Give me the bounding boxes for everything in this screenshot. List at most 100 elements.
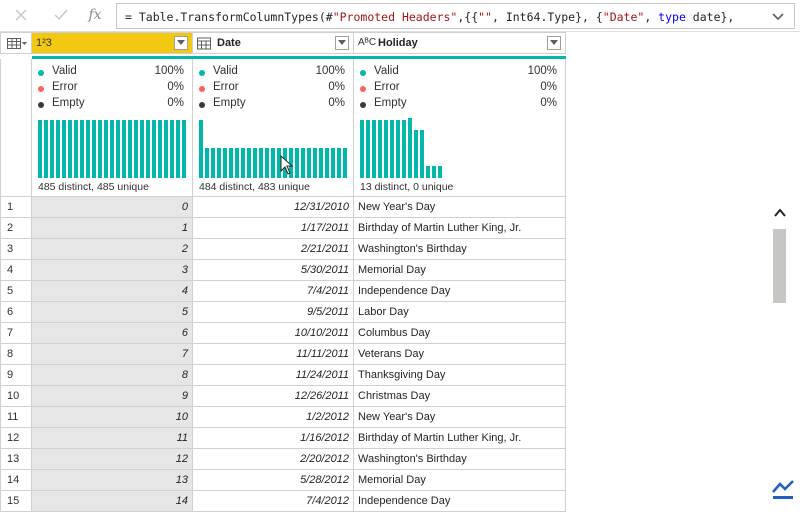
- table-row[interactable]: 5 4 7/4/2011 Independence Day: [0, 281, 566, 302]
- value-distribution-chart[interactable]: [199, 118, 347, 178]
- cell-holiday[interactable]: Labor Day: [354, 302, 566, 323]
- table-row[interactable]: 10 9 12/26/2011 Christmas Day: [0, 386, 566, 407]
- cell-holiday[interactable]: Christmas Day: [354, 386, 566, 407]
- histogram-bar[interactable]: [396, 120, 400, 178]
- table-row[interactable]: 3 2 2/21/2011 Washington's Birthday: [0, 239, 566, 260]
- histogram-bar[interactable]: [325, 148, 329, 178]
- histogram-bar[interactable]: [223, 148, 227, 178]
- histogram-bar[interactable]: [122, 120, 126, 178]
- histogram-bar[interactable]: [402, 120, 406, 178]
- histogram-bar[interactable]: [158, 120, 162, 178]
- row-number[interactable]: 15: [0, 491, 32, 512]
- histogram-bar[interactable]: [134, 120, 138, 178]
- cell-date[interactable]: 7/4/2012: [193, 491, 354, 512]
- histogram-bar[interactable]: [199, 120, 203, 178]
- table-row[interactable]: 9 8 11/24/2011 Thanksgiving Day: [0, 365, 566, 386]
- histogram-bar[interactable]: [247, 148, 251, 178]
- cell-index[interactable]: 12: [32, 449, 193, 470]
- row-number[interactable]: 10: [0, 386, 32, 407]
- cell-holiday[interactable]: Washington's Birthday: [354, 239, 566, 260]
- histogram-bar[interactable]: [140, 120, 144, 178]
- histogram-bar[interactable]: [205, 148, 209, 178]
- histogram-bar[interactable]: [104, 120, 108, 178]
- row-number[interactable]: 8: [0, 344, 32, 365]
- cell-holiday[interactable]: New Year's Day: [354, 407, 566, 428]
- row-number[interactable]: 14: [0, 470, 32, 491]
- cell-index[interactable]: 14: [32, 491, 193, 512]
- histogram-bar[interactable]: [337, 148, 341, 178]
- cell-date[interactable]: 12/26/2011: [193, 386, 354, 407]
- cell-holiday[interactable]: Independence Day: [354, 281, 566, 302]
- cell-index[interactable]: 0: [32, 197, 193, 218]
- row-number[interactable]: 3: [0, 239, 32, 260]
- histogram-bar[interactable]: [366, 120, 370, 178]
- histogram-bar[interactable]: [307, 148, 311, 178]
- table-row[interactable]: 11 10 1/2/2012 New Year's Day: [0, 407, 566, 428]
- cell-holiday[interactable]: Birthday of Martin Luther King, Jr.: [354, 428, 566, 449]
- histogram-bar[interactable]: [80, 120, 84, 178]
- histogram-bar[interactable]: [98, 120, 102, 178]
- cell-holiday[interactable]: Independence Day: [354, 491, 566, 512]
- table-row[interactable]: 12 11 1/16/2012 Birthday of Martin Luther K…: [0, 428, 566, 449]
- check-icon[interactable]: [48, 4, 74, 26]
- histogram-bar[interactable]: [295, 148, 299, 178]
- histogram-bar[interactable]: [86, 120, 90, 178]
- table-row[interactable]: 2 1 1/17/2011 Birthday of Martin Luther Kin…: [0, 218, 566, 239]
- cell-holiday[interactable]: New Year's Day: [354, 197, 566, 218]
- cell-index[interactable]: 10: [32, 407, 193, 428]
- cell-holiday[interactable]: Washington's Birthday: [354, 449, 566, 470]
- row-number[interactable]: 4: [0, 260, 32, 281]
- table-row[interactable]: 8 7 11/11/2011 Veterans Day: [0, 344, 566, 365]
- table-row[interactable]: 14 13 5/28/2012 Memorial Day: [0, 470, 566, 491]
- value-distribution-chart[interactable]: [38, 118, 186, 178]
- histogram-bar[interactable]: [390, 120, 394, 178]
- row-number[interactable]: 1: [0, 197, 32, 218]
- cell-index[interactable]: 2: [32, 239, 193, 260]
- cell-index[interactable]: 11: [32, 428, 193, 449]
- scroll-thumb[interactable]: [773, 229, 786, 303]
- histogram-bar[interactable]: [146, 120, 150, 178]
- histogram-bar[interactable]: [259, 148, 263, 178]
- cell-index[interactable]: 13: [32, 470, 193, 491]
- histogram-bar[interactable]: [170, 120, 174, 178]
- histogram-bar[interactable]: [343, 148, 347, 178]
- cell-index[interactable]: 7: [32, 344, 193, 365]
- column-header-index[interactable]: 1²3: [32, 32, 193, 54]
- histogram-bar[interactable]: [432, 166, 436, 178]
- text-type-icon[interactable]: AᴮC: [358, 37, 376, 52]
- histogram-bar[interactable]: [426, 166, 430, 178]
- cell-holiday[interactable]: Memorial Day: [354, 260, 566, 281]
- cell-index[interactable]: 5: [32, 302, 193, 323]
- histogram-bar[interactable]: [116, 120, 120, 178]
- histogram-bar[interactable]: [331, 148, 335, 178]
- histogram-bar[interactable]: [384, 120, 388, 178]
- whole-number-type-icon[interactable]: 1²3: [36, 37, 52, 52]
- histogram-bar[interactable]: [271, 148, 275, 178]
- cell-date[interactable]: 12/31/2010: [193, 197, 354, 218]
- column-header-holiday[interactable]: AᴮC Holiday: [354, 32, 566, 54]
- histogram-bar[interactable]: [360, 120, 364, 178]
- histogram-bar[interactable]: [420, 130, 424, 178]
- histogram-bar[interactable]: [164, 120, 168, 178]
- row-number[interactable]: 12: [0, 428, 32, 449]
- cell-holiday[interactable]: Veterans Day: [354, 344, 566, 365]
- histogram-bar[interactable]: [229, 148, 233, 178]
- vertical-scrollbar[interactable]: [768, 205, 792, 517]
- histogram-bar[interactable]: [128, 120, 132, 178]
- cell-index[interactable]: 9: [32, 386, 193, 407]
- cell-date[interactable]: 2/21/2011: [193, 239, 354, 260]
- table-row[interactable]: 6 5 9/5/2011 Labor Day: [0, 302, 566, 323]
- cell-holiday[interactable]: Columbus Day: [354, 323, 566, 344]
- calendar-icon[interactable]: [197, 36, 211, 51]
- histogram-bar[interactable]: [217, 148, 221, 178]
- histogram-bar[interactable]: [253, 148, 257, 178]
- row-number[interactable]: 13: [0, 449, 32, 470]
- histogram-bar[interactable]: [241, 148, 245, 178]
- formula-input[interactable]: = Table.TransformColumnTypes(#"Promoted …: [116, 3, 795, 29]
- cell-holiday[interactable]: Memorial Day: [354, 470, 566, 491]
- table-row[interactable]: 7 6 10/10/2011 Columbus Day: [0, 323, 566, 344]
- table-menu-button[interactable]: [0, 32, 32, 54]
- histogram-bar[interactable]: [319, 148, 323, 178]
- histogram-bar[interactable]: [265, 148, 269, 178]
- histogram-bar[interactable]: [211, 148, 215, 178]
